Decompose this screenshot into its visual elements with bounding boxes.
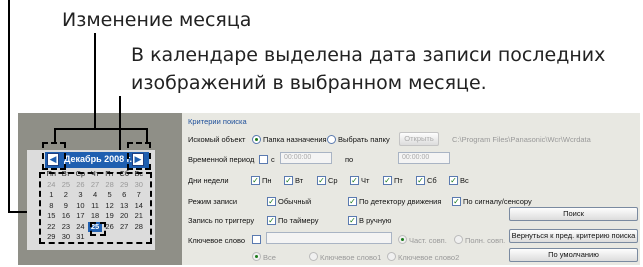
search-group-title: Критерии поиска (188, 117, 247, 126)
mode-normal-checkbox[interactable]: ✓ (267, 197, 276, 206)
callout-arrow-right-stem (146, 128, 148, 142)
mode-motion-label: По детектору движения (359, 197, 442, 206)
dest-folder-radio[interactable] (252, 135, 261, 144)
callout-line-month-horizontal (54, 128, 148, 130)
object-label: Искомый объект (188, 135, 246, 144)
trigger-timer-checkbox[interactable]: ✓ (267, 216, 276, 225)
period-label: Временной период (188, 155, 255, 164)
day-checkbox-sun[interactable]: ✓ (449, 176, 458, 185)
back-to-previous-criteria-button[interactable]: Вернуться к пред. критерию поиска (509, 229, 638, 243)
keyword-all-label: Все (263, 253, 276, 262)
partial-match-radio[interactable] (398, 235, 407, 244)
trigger-label: Запись по триггеру (188, 216, 255, 225)
callout-arrow-left-stem (54, 128, 56, 142)
mode-signal-checkbox[interactable]: ✓ (452, 197, 461, 206)
keyword1-label: Ключевое слово1 (320, 253, 382, 262)
weekdays-label: Дни недели (188, 176, 229, 185)
day-checkbox-fri[interactable]: ✓ (383, 176, 392, 185)
keyword-all-radio[interactable] (252, 252, 261, 261)
day-checkbox-mon[interactable]: ✓ (251, 176, 260, 185)
choose-folder-label: Выбрать папку (338, 135, 390, 144)
time-to-input[interactable]: 00:00:00 (398, 152, 450, 164)
search-button[interactable]: Поиск (509, 207, 638, 221)
day-checkbox-thu[interactable]: ✓ (350, 176, 359, 185)
highlight-frame-next (127, 142, 151, 170)
full-match-label: Полн. совп. (465, 236, 506, 245)
callout-line-left-vertical (8, 0, 10, 212)
day-label-fri: Пт (394, 176, 403, 185)
keyword-input[interactable] (266, 232, 392, 244)
open-button[interactable]: Открыть (399, 132, 439, 146)
highlight-frame-prev (42, 142, 66, 170)
from-label: с (271, 155, 275, 164)
mode-normal-label: Обычный (278, 197, 312, 206)
day-label-mon: Пн (262, 176, 272, 185)
full-match-radio[interactable] (454, 235, 463, 244)
keyword2-radio[interactable] (387, 252, 396, 261)
day-label-sat: Сб (427, 176, 437, 185)
to-label: по (345, 155, 354, 164)
trigger-manual-label: В ручную (359, 216, 392, 225)
dest-folder-label: Папка назначения (263, 135, 327, 144)
day-checkbox-wed[interactable]: ✓ (317, 176, 326, 185)
annotation-highlight-line1: В календаре выделена дата записи последн… (131, 44, 606, 66)
period-checkbox[interactable] (259, 155, 268, 164)
keyword-label: Ключевое слово (188, 236, 246, 245)
keyword-checkbox[interactable] (252, 235, 261, 244)
annotation-highlight-line2: изображений в выбранном месяце. (131, 72, 487, 94)
day-checkbox-sat[interactable]: ✓ (416, 176, 425, 185)
folder-path: C:\Program Files\Panasonic\Wcr\Wcrdata (452, 135, 591, 144)
day-checkbox-tue[interactable]: ✓ (284, 176, 293, 185)
choose-folder-radio[interactable] (327, 135, 336, 144)
trigger-timer-label: По таймеру (278, 216, 319, 225)
keyword2-label: Ключевое слово2 (398, 253, 460, 262)
trigger-manual-checkbox[interactable]: ✓ (348, 216, 357, 225)
day-label-sun: Вс (460, 176, 469, 185)
mode-motion-checkbox[interactable]: ✓ (348, 197, 357, 206)
time-from-input[interactable]: 00:00:00 (280, 152, 332, 164)
highlight-frame-date (90, 222, 106, 236)
default-button[interactable]: По умолчанию (509, 248, 638, 262)
day-label-thu: Чт (361, 176, 370, 185)
mode-signal-label: По сигналу/сенсору (463, 197, 532, 206)
mode-label: Режим записи (188, 197, 238, 206)
keyword1-radio[interactable] (309, 252, 318, 261)
callout-line-month-vertical (94, 33, 96, 129)
day-label-wed: Ср (328, 176, 338, 185)
annotation-month-change: Изменение месяца (62, 9, 252, 31)
day-label-tue: Вт (295, 176, 304, 185)
calendar-month-title: Декабрь 2008 г. (64, 154, 132, 164)
partial-match-label: Част. совп. (409, 236, 447, 245)
